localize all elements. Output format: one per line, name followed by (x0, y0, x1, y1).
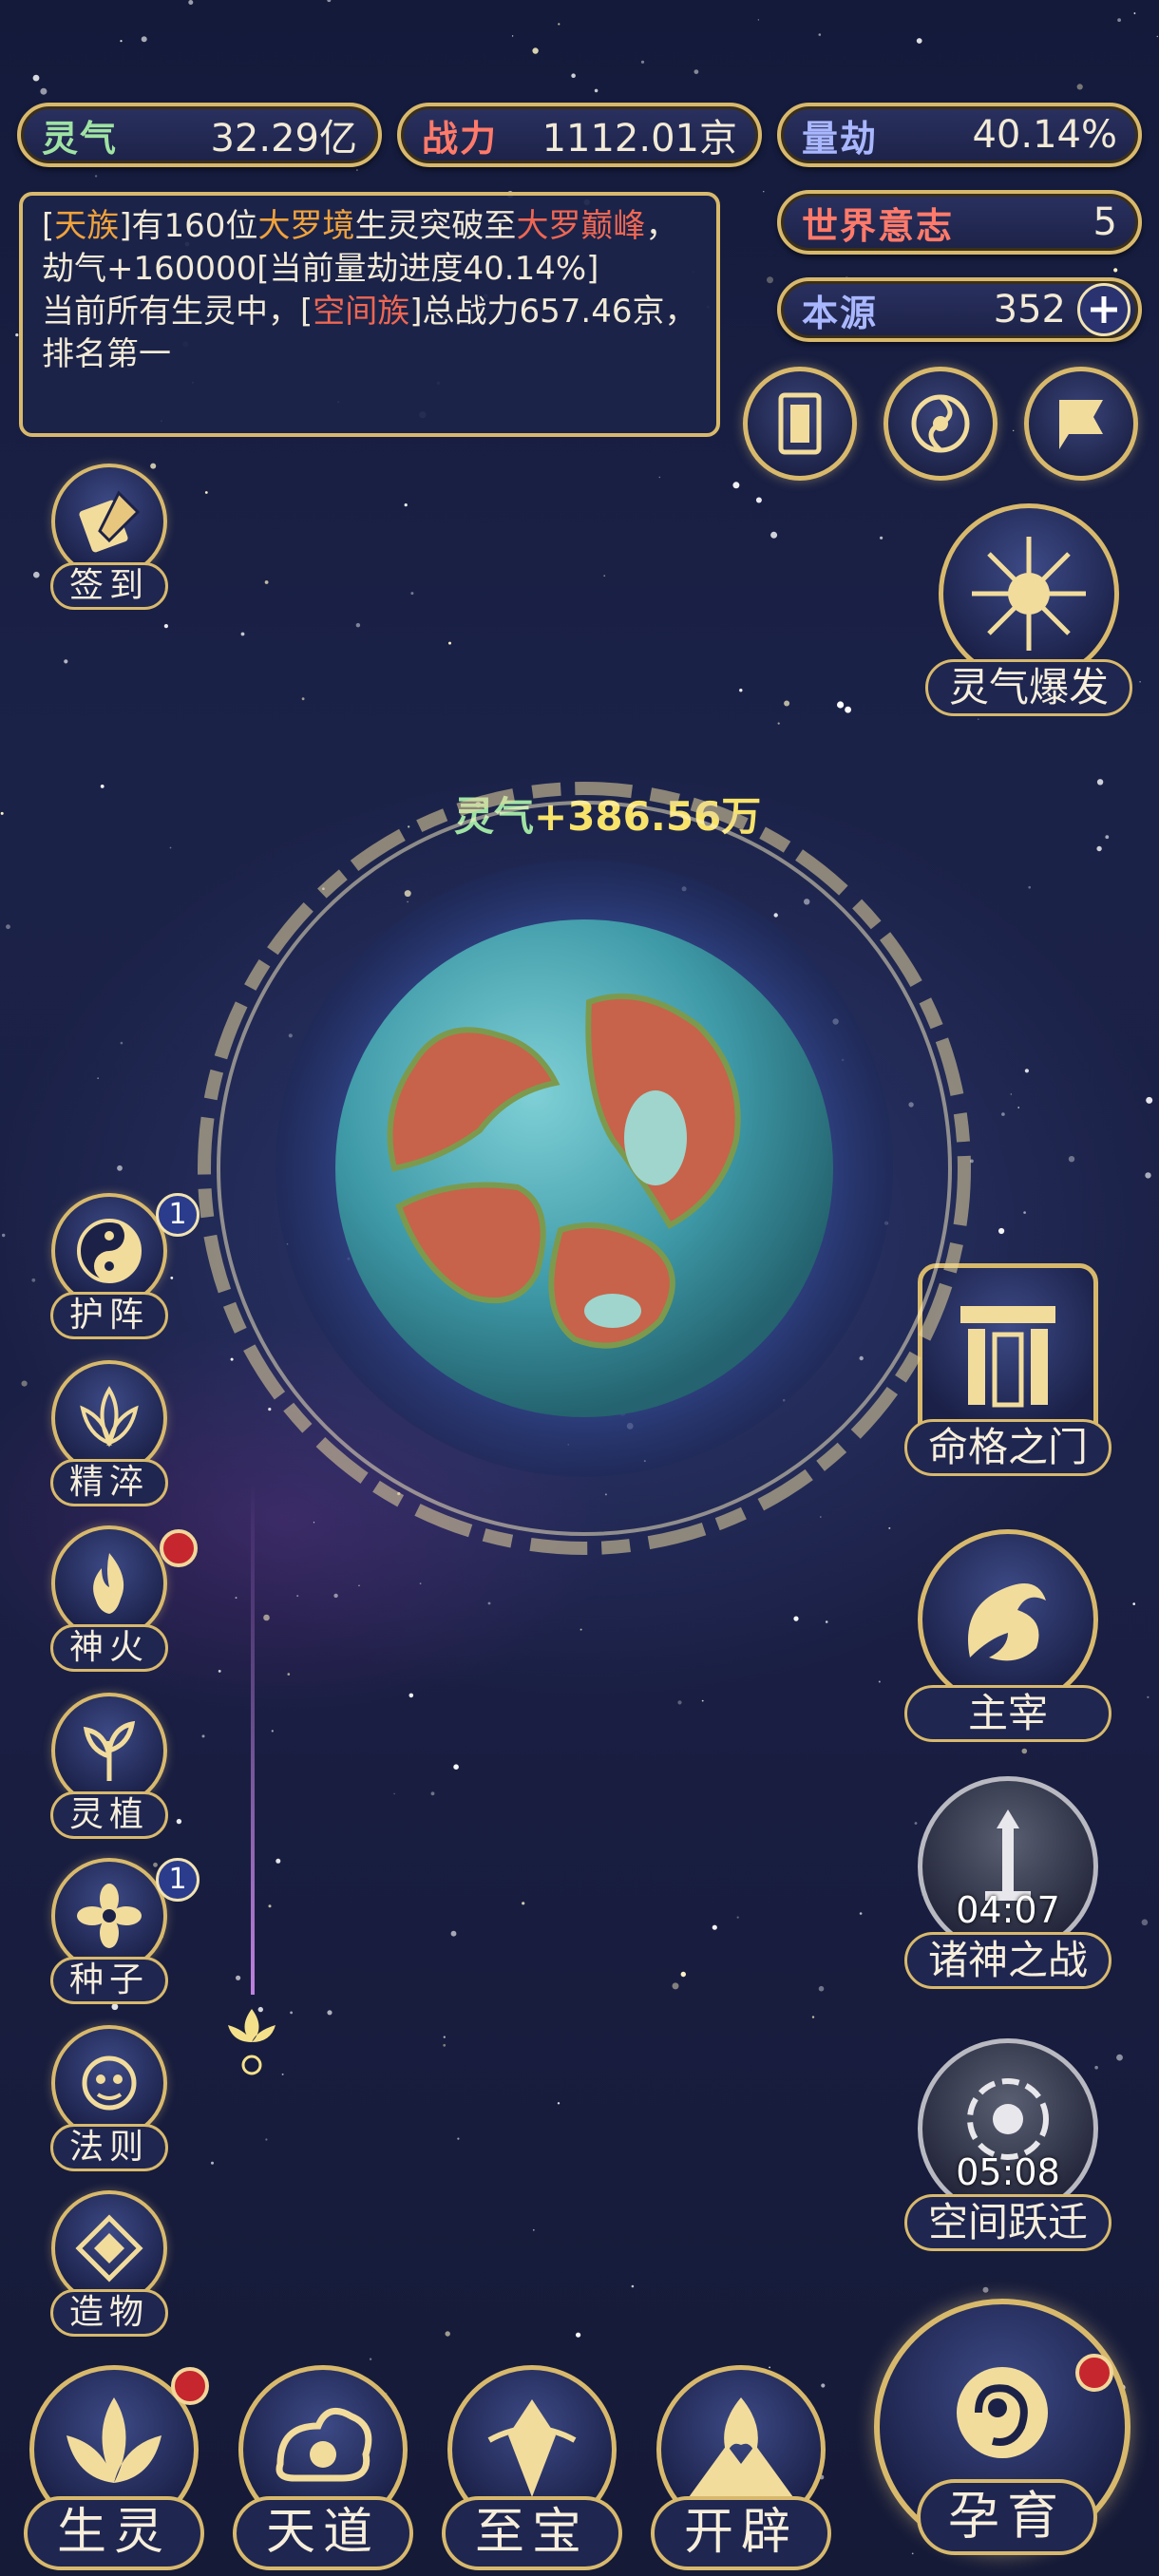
lotus-spirit-icon (66, 2397, 162, 2483)
notification-dot (160, 1529, 198, 1567)
realm-name-peak: 大罗巅峰 (516, 207, 646, 245)
side-label: 种子 (50, 1957, 168, 2004)
side-btn-zhongzi[interactable]: 种子 1 (38, 1858, 200, 2004)
liangjie-stat[interactable]: 量劫 40.14% (777, 103, 1142, 167)
flag-button[interactable] (1024, 367, 1138, 481)
count-badge: 1 (156, 1858, 200, 1902)
right-btn-space-jump[interactable]: 05:08 空间跃迁 (899, 2038, 1117, 2251)
side-label: 法则 (50, 2124, 168, 2171)
side-btn-qiandao[interactable]: 签到 (38, 464, 180, 610)
zhanli-label: 战力 (422, 117, 499, 160)
side-label: 精淬 (50, 1459, 168, 1506)
cloud-swirl-icon (276, 2407, 372, 2482)
side-btn-shenhuo[interactable]: 神火 (38, 1525, 198, 1672)
side-label: 神火 (50, 1624, 168, 1672)
brush-scroll-icon (79, 490, 141, 553)
right-btn-zhuzai[interactable]: 主宰 (899, 1529, 1117, 1742)
swirl-icon (911, 394, 970, 453)
zhanli-stat[interactable]: 战力 1112.01京 (397, 103, 762, 167)
card-button[interactable] (743, 367, 857, 481)
side-btn-lingzhi[interactable]: 灵植 (38, 1693, 180, 1839)
lingqi-value: 32.29亿 (210, 117, 357, 161)
bottom-btn-zhibao[interactable]: 至宝 (437, 2365, 627, 2570)
side-btn-faze[interactable]: 法则 (38, 2025, 180, 2171)
log-entry-ranking: 当前所有生灵中，[空间族]总战力657.46京，排名第一 (42, 291, 697, 376)
planet-world[interactable] (195, 779, 974, 1558)
side-label: 造物 (50, 2289, 168, 2337)
right-label: 空间跃迁 (904, 2194, 1112, 2251)
race-name-tianzu: 天族 (54, 207, 120, 245)
log-entry-breakthrough: [天族]有160位大罗境生灵突破至大罗巅峰，劫气+160000[当前量劫进度40… (42, 205, 697, 291)
diamond-rune-icon (75, 2214, 143, 2282)
rune-face-icon (82, 2055, 137, 2111)
notification-dot (1075, 2354, 1113, 2392)
log-text: [ (42, 207, 55, 245)
side-btn-jingcui[interactable]: 精淬 (38, 1360, 180, 1506)
world-will-value: 5 (1092, 200, 1117, 244)
benyuan-stat[interactable]: 本源 352 (777, 277, 1142, 342)
burst-icon (972, 537, 1086, 651)
flag-icon (1059, 400, 1103, 449)
plus-icon (1091, 296, 1117, 323)
bottom-label: 开辟 (651, 2496, 831, 2570)
purple-light-beam (251, 1482, 255, 1995)
swirl-button[interactable] (884, 367, 998, 481)
lotus-icon (80, 1386, 139, 1448)
countdown-timer: 05:08 (956, 2151, 1060, 2193)
bottom-btn-kaipi[interactable]: 开辟 (646, 2365, 836, 2570)
bottom-label: 生灵 (24, 2496, 204, 2570)
right-label: 诸神之战 (904, 1932, 1112, 1989)
card-icon (778, 392, 822, 455)
log-text: ]有160位 (119, 207, 258, 245)
race-name-kongjian: 空间族 (313, 293, 410, 331)
mountain-flame-icon (689, 2397, 793, 2497)
side-label: 签到 (50, 562, 168, 610)
side-label: 护阵 (50, 1292, 168, 1339)
dragon-icon (968, 1583, 1046, 1661)
log-text: 生灵突破至 (354, 207, 517, 245)
flame-icon (93, 1553, 124, 1614)
world-will-stat[interactable]: 世界意志 5 (777, 190, 1142, 255)
side-btn-huzhen[interactable]: 护阵 1 (38, 1193, 200, 1339)
event-log: [天族]有160位大罗境生灵突破至大罗巅峰，劫气+160000[当前量劫进度40… (19, 192, 720, 437)
side-label: 灵植 (50, 1791, 168, 1839)
bottom-btn-shengling[interactable]: 生灵 (19, 2365, 209, 2570)
zhanli-value: 1112.01京 (542, 117, 737, 161)
world-will-label: 世界意志 (802, 204, 955, 247)
realm-name: 大罗境 (257, 207, 355, 245)
seed-flower-icon (77, 1884, 142, 1948)
right-btn-burst[interactable]: 灵气爆发 (920, 503, 1138, 716)
floating-spirit-sprite[interactable] (218, 2004, 285, 2080)
bottom-label: 至宝 (442, 2496, 622, 2570)
countdown-timer: 04:07 (956, 1889, 1060, 1931)
bottom-label: 天道 (233, 2496, 413, 2570)
bottom-btn-tiandao[interactable]: 天道 (228, 2365, 418, 2570)
lingqi-stat[interactable]: 灵气 32.29亿 (17, 103, 382, 167)
plant-icon (83, 1720, 136, 1781)
treasure-icon (487, 2399, 577, 2497)
main-label: 孕育 (917, 2479, 1097, 2555)
liangjie-value: 40.14% (972, 113, 1117, 157)
log-text: 当前所有生灵中，[ (42, 293, 314, 331)
benyuan-label: 本源 (802, 292, 879, 334)
right-label: 主宰 (904, 1685, 1112, 1742)
liangjie-label: 量劫 (802, 117, 879, 160)
add-benyuan-button[interactable] (1077, 283, 1130, 336)
right-label: 灵气爆发 (925, 659, 1132, 716)
count-badge: 1 (156, 1193, 200, 1237)
right-btn-gods-war[interactable]: 04:07 诸神之战 (899, 1776, 1117, 1989)
side-btn-zaowu[interactable]: 造物 (38, 2190, 180, 2337)
yunyu-main-button[interactable]: 孕育 (874, 2299, 1140, 2565)
benyuan-value: 352 (993, 288, 1066, 331)
lingqi-label: 灵气 (42, 117, 119, 160)
notification-dot (171, 2367, 209, 2405)
yin-yang-icon (77, 1219, 142, 1283)
